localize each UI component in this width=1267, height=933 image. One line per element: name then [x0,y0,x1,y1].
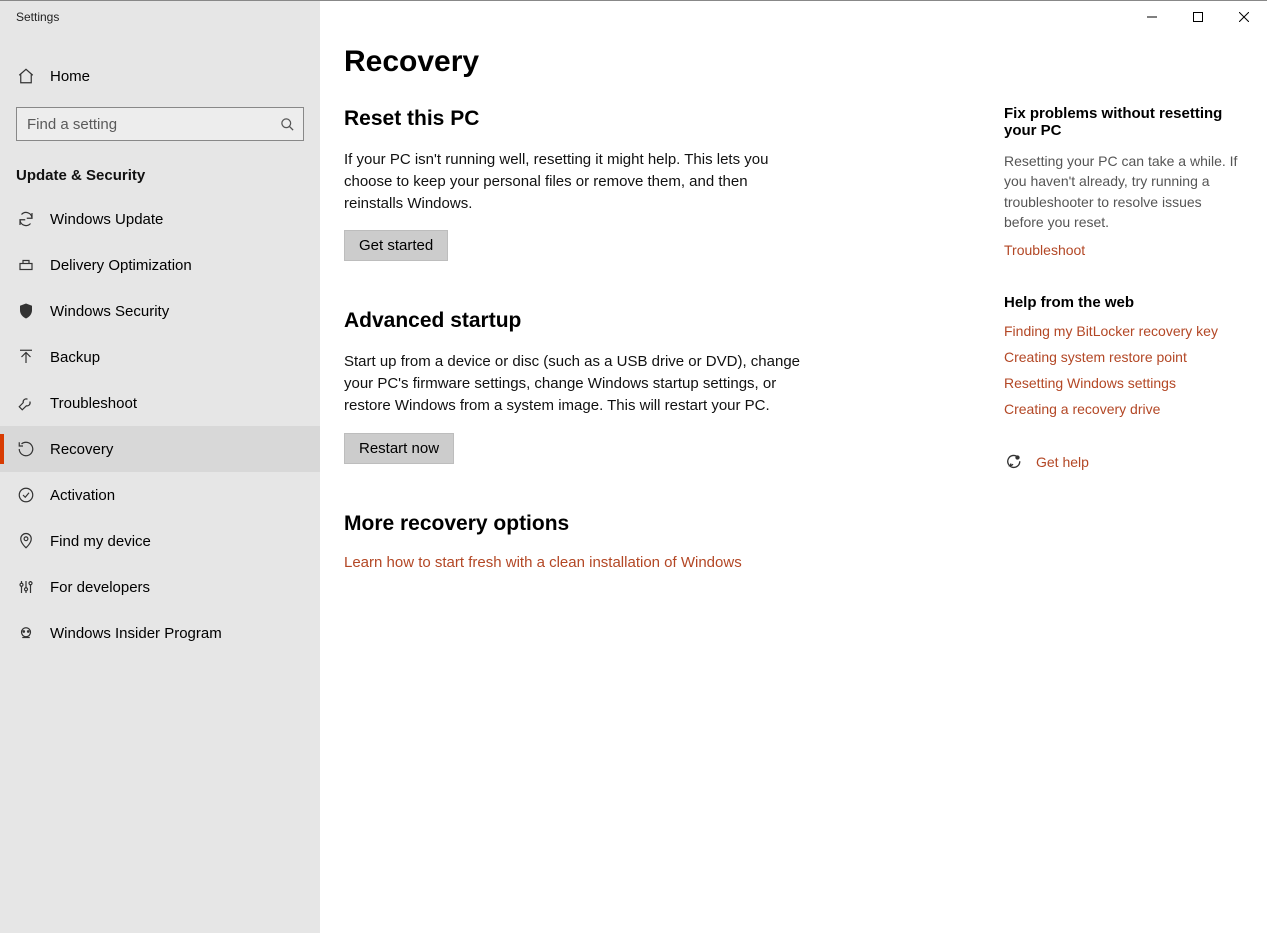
fresh-install-link[interactable]: Learn how to start fresh with a clean in… [344,554,742,571]
chat-icon [1004,453,1022,471]
sidebar-item-windows-security[interactable]: Windows Security [0,288,320,334]
wrench-icon [16,393,36,413]
get-help-row[interactable]: Get help [1004,453,1243,471]
maximize-button[interactable] [1175,1,1221,33]
page-title: Recovery [344,45,964,79]
help-link-restore-point[interactable]: Creating system restore point [1004,349,1243,365]
aside-column: Fix problems without resetting your PC R… [1004,45,1243,933]
window-title: Settings [0,1,320,33]
section-advanced-startup: Advanced startup Start up from a device … [344,309,964,463]
nav-label: Find my device [50,533,151,550]
nav-label: Windows Security [50,303,169,320]
search-input[interactable] [17,116,271,133]
home-label: Home [50,68,90,85]
nav-label: Recovery [50,441,113,458]
home-icon [16,66,36,86]
sliders-icon [16,577,36,597]
nav-label: Windows Update [50,211,163,228]
nav-label: Delivery Optimization [50,257,192,274]
sidebar-item-windows-update[interactable]: Windows Update [0,196,320,242]
fix-heading: Fix problems without resetting your PC [1004,105,1243,139]
sidebar-item-activation[interactable]: Activation [0,472,320,518]
aside-help-web: Help from the web Finding my BitLocker r… [1004,294,1243,417]
help-heading: Help from the web [1004,294,1243,311]
location-icon [16,531,36,551]
check-circle-icon [16,485,36,505]
shield-icon [16,301,36,321]
nav-label: Activation [50,487,115,504]
nav-label: Troubleshoot [50,395,137,412]
sidebar: Settings Home Update & Security Windows … [0,1,320,933]
backup-icon [16,347,36,367]
sidebar-item-delivery-optimization[interactable]: Delivery Optimization [0,242,320,288]
fix-body: Resetting your PC can take a while. If y… [1004,151,1243,232]
main-content: Recovery Reset this PC If your PC isn't … [320,1,1267,933]
help-link-recovery-drive[interactable]: Creating a recovery drive [1004,401,1243,417]
insider-icon [16,623,36,643]
reset-heading: Reset this PC [344,107,964,131]
troubleshoot-link[interactable]: Troubleshoot [1004,242,1085,258]
section-reset-pc: Reset this PC If your PC isn't running w… [344,107,964,261]
sidebar-item-insider[interactable]: Windows Insider Program [0,610,320,656]
home-button[interactable]: Home [0,53,320,99]
restart-now-button[interactable]: Restart now [344,433,454,464]
more-heading: More recovery options [344,512,964,536]
section-more-recovery: More recovery options Learn how to start… [344,512,964,571]
sidebar-item-find-my-device[interactable]: Find my device [0,518,320,564]
sidebar-item-for-developers[interactable]: For developers [0,564,320,610]
reset-body: If your PC isn't running well, resetting… [344,149,804,214]
sidebar-item-troubleshoot[interactable]: Troubleshoot [0,380,320,426]
get-started-button[interactable]: Get started [344,230,448,261]
advanced-body: Start up from a device or disc (such as … [344,351,804,416]
nav-label: Backup [50,349,100,366]
sidebar-section-label: Update & Security [0,149,320,196]
search-icon [271,117,303,132]
nav-list: Windows Update Delivery Optimization Win… [0,196,320,656]
sidebar-item-backup[interactable]: Backup [0,334,320,380]
advanced-heading: Advanced startup [344,309,964,333]
search-box[interactable] [16,107,304,141]
help-link-reset-settings[interactable]: Resetting Windows settings [1004,375,1243,391]
nav-label: Windows Insider Program [50,625,222,642]
aside-fix-problems: Fix problems without resetting your PC R… [1004,105,1243,258]
sidebar-item-recovery[interactable]: Recovery [0,426,320,472]
get-help-link[interactable]: Get help [1036,454,1089,470]
minimize-button[interactable] [1129,1,1175,33]
help-link-bitlocker[interactable]: Finding my BitLocker recovery key [1004,323,1243,339]
sync-icon [16,209,36,229]
window-controls [1129,1,1267,33]
recovery-icon [16,439,36,459]
delivery-icon [16,255,36,275]
close-button[interactable] [1221,1,1267,33]
nav-label: For developers [50,579,150,596]
